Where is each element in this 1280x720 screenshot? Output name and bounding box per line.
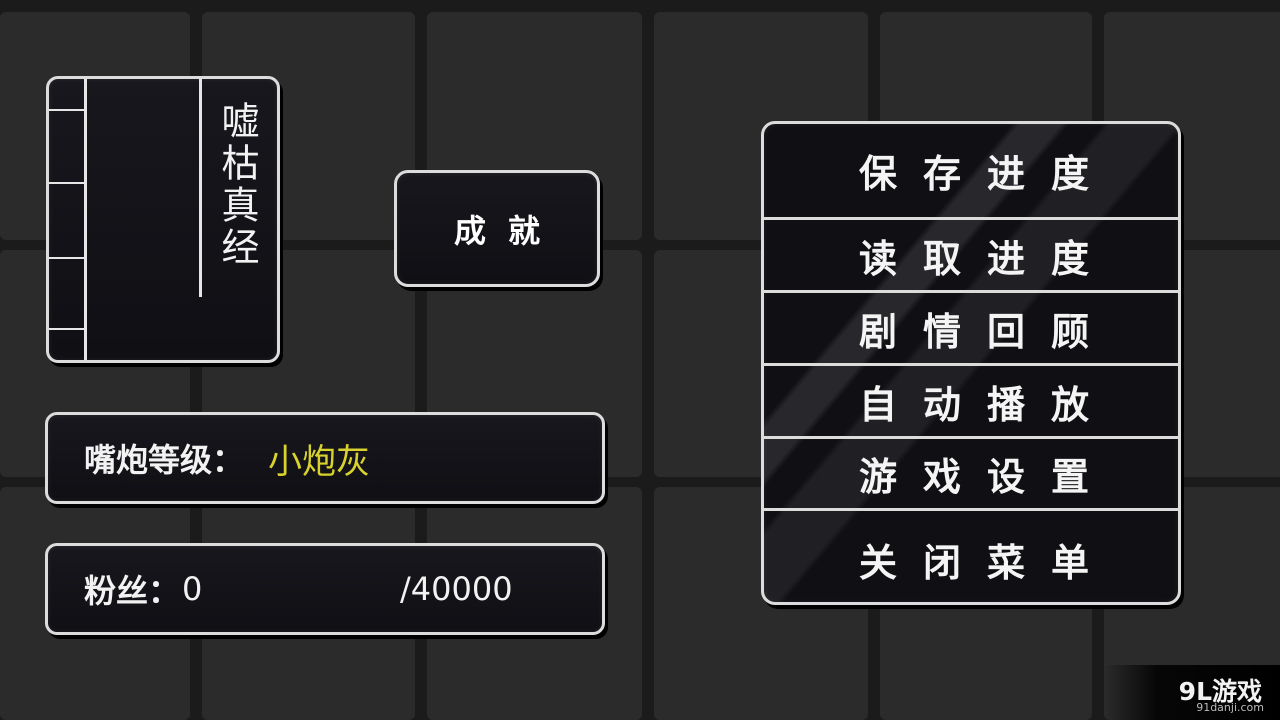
menu-item-story-review[interactable]: 剧情回顾	[764, 293, 1178, 366]
book-title-line	[199, 79, 202, 297]
level-value: 小炮灰	[268, 441, 371, 482]
menu-item-close[interactable]: 关闭菜单	[764, 511, 1178, 602]
book-spine-line	[84, 79, 87, 360]
book-title: 嘘枯真经	[215, 101, 259, 269]
menu-item-load[interactable]: 读取进度	[764, 220, 1178, 293]
achievement-button[interactable]: 成就	[394, 170, 600, 287]
level-label: 嘴炮等级：	[84, 441, 245, 479]
main-menu: 保存进度 读取进度 剧情回顾 自动播放 游戏设置 关闭菜单	[761, 121, 1181, 605]
book-stitch	[49, 109, 84, 111]
fans-label: 粉丝：	[84, 572, 181, 610]
achievement-label: 成就	[453, 211, 562, 250]
book-stitch	[49, 182, 84, 184]
fans-bar: 粉丝： 0 /40000	[45, 543, 605, 635]
menu-item-settings[interactable]: 游戏设置	[764, 439, 1178, 511]
book-stitch	[49, 328, 84, 330]
watermark-site: 91danji.com	[1196, 701, 1264, 714]
game-menu-screen: 嘘枯真经 成就 嘴炮等级： 小炮灰 粉丝： 0 /40000 保存进度 读取进度…	[0, 0, 1280, 720]
fans-current: 0	[182, 570, 203, 608]
menu-item-auto-play[interactable]: 自动播放	[764, 366, 1178, 439]
fans-max: /40000	[400, 570, 513, 608]
book-item[interactable]: 嘘枯真经	[46, 76, 280, 363]
book-stitch	[49, 257, 84, 259]
level-bar: 嘴炮等级： 小炮灰	[45, 412, 605, 504]
watermark: 9L游戏 91danji.com	[1104, 665, 1280, 720]
menu-item-save[interactable]: 保存进度	[764, 124, 1178, 220]
